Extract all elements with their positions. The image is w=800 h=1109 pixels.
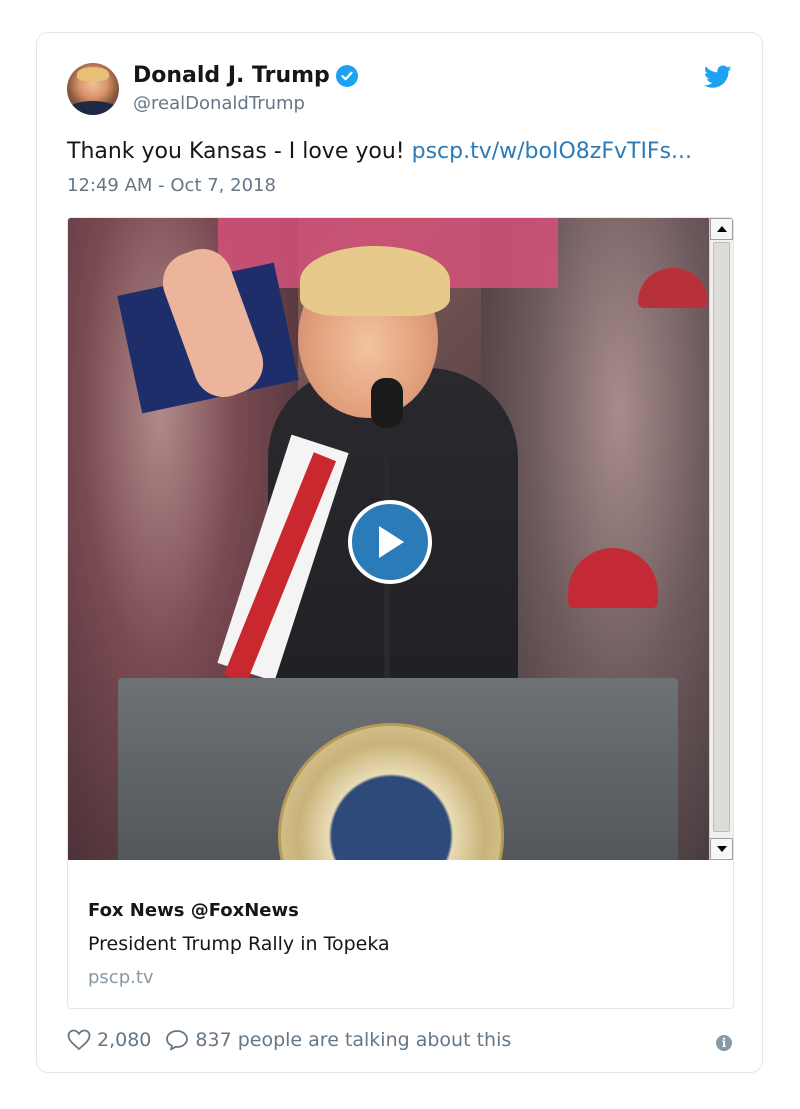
scroll-down-button[interactable] <box>710 838 733 860</box>
play-icon <box>379 526 404 558</box>
tweet-text: Thank you Kansas - I love you! pscp.tv/w… <box>67 139 692 164</box>
tweet-card: Donald J. Trump @realDonaldTrump Thank y… <box>36 32 763 1073</box>
author-name[interactable]: Donald J. Trump <box>133 63 330 88</box>
scroll-up-button[interactable] <box>710 218 733 240</box>
play-button[interactable] <box>348 500 432 584</box>
speech-bubble-icon <box>166 1030 189 1051</box>
tweet-timestamp[interactable]: 12:49 AM - Oct 7, 2018 <box>67 175 276 196</box>
avatar[interactable] <box>67 63 119 115</box>
tweet-body: Thank you Kansas - I love you! <box>67 139 405 164</box>
card-title: President Trump Rally in Topeka <box>88 933 390 955</box>
card-domain: pscp.tv <box>88 967 154 988</box>
heart-icon <box>67 1029 91 1051</box>
author-handle[interactable]: @realDonaldTrump <box>133 93 305 114</box>
author-name-row[interactable]: Donald J. Trump <box>133 63 358 88</box>
scrollbar[interactable] <box>709 218 733 860</box>
tweet-link[interactable]: pscp.tv/w/boIO8zFvTIFs... <box>412 139 692 164</box>
talking-count: 837 people are talking about this <box>195 1029 512 1051</box>
info-icon[interactable]: i <box>716 1035 732 1051</box>
like-count: 2,080 <box>97 1029 152 1051</box>
video-thumbnail[interactable] <box>68 218 711 860</box>
reply-action[interactable]: 837 people are talking about this <box>165 1029 511 1051</box>
scroll-thumb[interactable] <box>713 242 730 832</box>
card-source: Fox News @FoxNews <box>88 900 299 921</box>
card-info[interactable]: Fox News @FoxNews President Trump Rally … <box>68 860 733 1008</box>
verified-badge-icon <box>335 64 358 87</box>
media-card[interactable]: Fox News @FoxNews President Trump Rally … <box>67 217 734 1009</box>
twitter-bird-icon[interactable] <box>704 65 732 89</box>
like-action[interactable]: 2,080 <box>67 1029 151 1051</box>
tweet-footer: 2,080 837 people are talking about this <box>67 1029 525 1051</box>
